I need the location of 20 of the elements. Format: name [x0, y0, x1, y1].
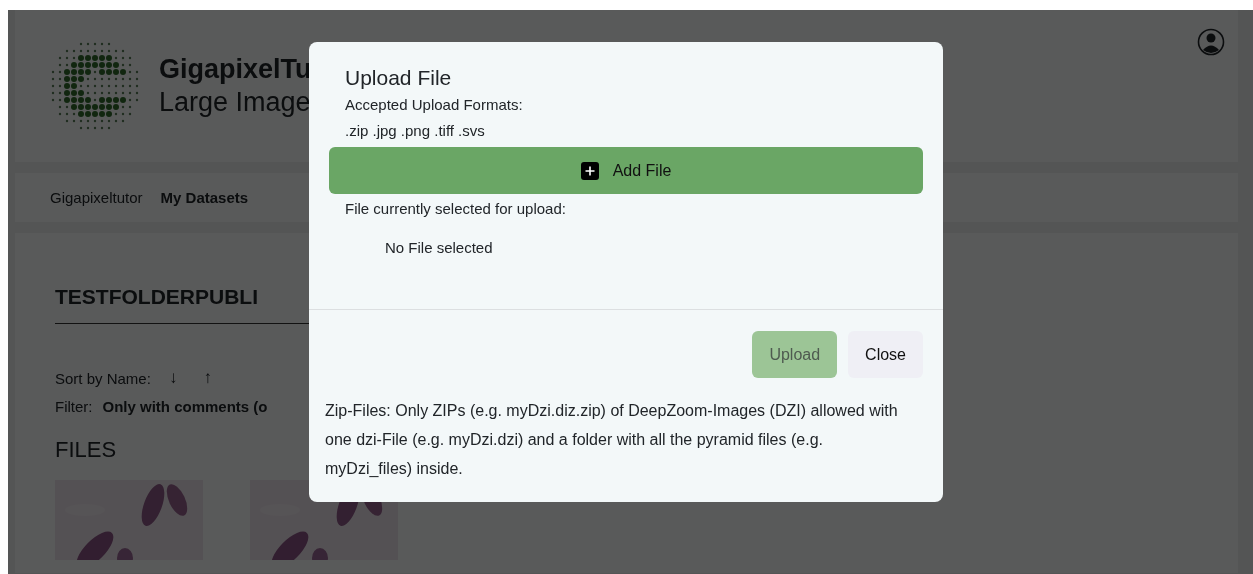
- dialog-title: Upload File: [345, 66, 453, 90]
- plus-square-icon: [580, 161, 599, 180]
- sort-label: Sort by Name:: [55, 369, 151, 387]
- site-subtitle: Large Image: [159, 87, 312, 118]
- nav-link[interactable]: My Datasets: [160, 189, 249, 206]
- filter-label: Filter:: [55, 398, 93, 415]
- formats-label: Accepted Upload Formats:: [345, 96, 524, 113]
- selected-file-name: No File selected: [385, 239, 494, 256]
- sort-arrow-button[interactable]: ↑: [195, 368, 220, 388]
- add-file-button[interactable]: Add File: [329, 147, 923, 194]
- selected-file-label: File currently selected for upload:: [345, 200, 567, 217]
- user-profile-icon[interactable]: [1197, 28, 1225, 56]
- zip-info-text: Zip-Files: Only ZIPs (e.g. myDzi.diz.zip) of DeepZoom-Images (DZI) allowed with one dzi-File (e.g. myDzi.dzi) and a folder with all the pyramid files (e.g. myDzi_files) inside.: [324, 401, 899, 479]
- site-title: GigapixelTu: [159, 54, 312, 85]
- nav-link[interactable]: Gigapixeltutor: [50, 189, 143, 206]
- filter-option[interactable]: Only with comments (o: [102, 398, 268, 415]
- close-button[interactable]: Close: [848, 331, 923, 378]
- formats-list: .zip .jpg .png .tiff .svs: [345, 122, 923, 139]
- sort-arrow-button[interactable]: ↓: [160, 368, 186, 388]
- files-heading: FILES: [55, 437, 117, 463]
